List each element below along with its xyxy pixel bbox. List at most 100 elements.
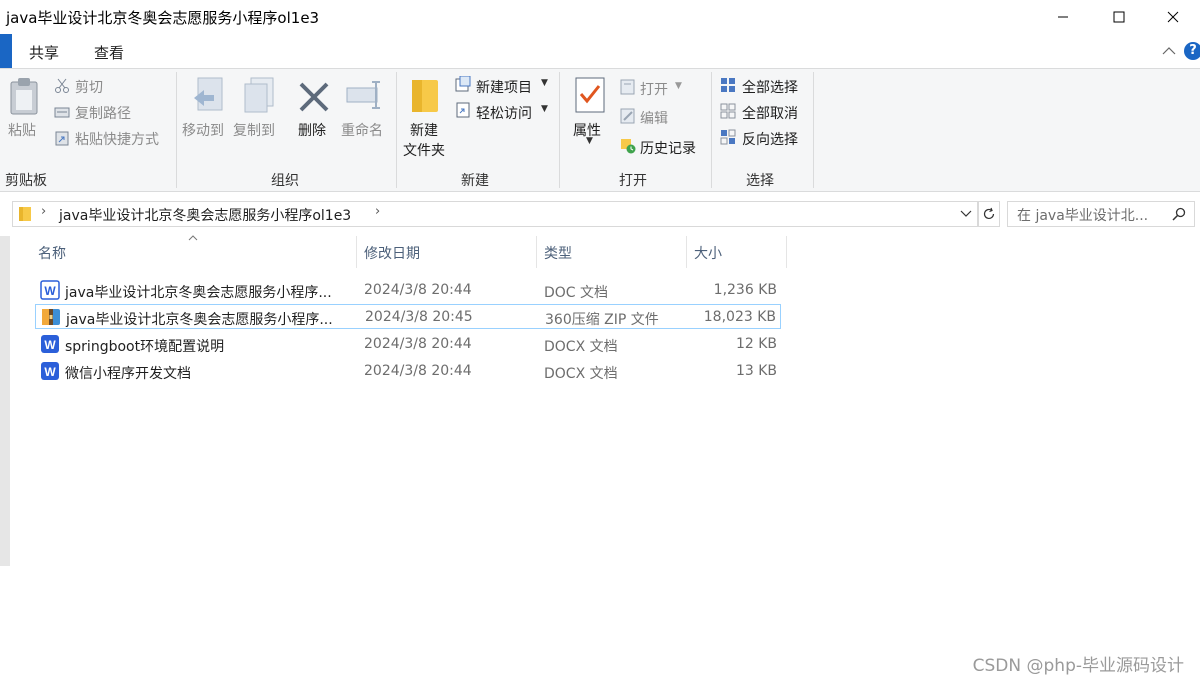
file-size: 18,023 KB (703, 309, 776, 325)
properties-dropdown-icon[interactable]: ▼ (586, 136, 593, 146)
file-name: springboot环境配置说明 (65, 339, 225, 355)
file-type: DOC 文档 (544, 285, 609, 301)
address-history-dropdown-icon[interactable] (960, 210, 972, 218)
search-placeholder: 在 java毕业设计北... (1017, 208, 1149, 224)
new-folder-button[interactable]: 新建 (410, 120, 438, 140)
column-divider[interactable] (786, 236, 787, 268)
select-group-label: 选择 (746, 173, 774, 189)
new-item-icon (455, 76, 471, 92)
group-divider (559, 72, 560, 188)
svg-text:W: W (44, 365, 56, 379)
move-to-icon (194, 77, 223, 111)
close-icon (1167, 11, 1179, 23)
word-docx-icon: W (41, 362, 59, 380)
edit-icon (620, 108, 635, 124)
minimize-icon (1058, 16, 1068, 18)
group-divider (711, 72, 712, 188)
invert-selection-icon (720, 129, 736, 145)
file-size: 13 KB (735, 363, 777, 379)
breadcrumb-chevron-icon[interactable]: › (375, 204, 380, 219)
search-box[interactable]: 在 java毕业设计北... (1007, 201, 1195, 227)
close-button[interactable] (1150, 0, 1196, 34)
history-button[interactable]: 历史记录 (640, 138, 696, 158)
copy-to-icon (244, 77, 274, 113)
column-header-name[interactable]: 名称 (38, 243, 66, 263)
group-divider (396, 72, 397, 188)
collapse-ribbon-icon[interactable] (1162, 46, 1176, 56)
copy-path-icon (54, 107, 70, 118)
help-icon[interactable]: ? (1184, 42, 1200, 60)
file-size: 12 KB (735, 336, 777, 352)
file-row[interactable]: W springboot环境配置说明 2024/3/8 20:44 DOCX 文… (35, 332, 781, 357)
maximize-icon (1113, 11, 1125, 23)
file-row-selected[interactable]: java毕业设计北京冬奥会志愿服务小程序... 2024/3/8 20:45 3… (35, 304, 781, 329)
delete-button[interactable]: 删除 (298, 120, 326, 140)
word-docx-icon: W (41, 335, 59, 353)
copy-to-button[interactable]: 复制到 (233, 120, 275, 140)
minimize-button[interactable] (1040, 0, 1086, 34)
tab-view[interactable]: 查看 (94, 42, 124, 63)
column-header-type[interactable]: 类型 (544, 243, 572, 263)
file-date: 2024/3/8 20:44 (364, 363, 472, 379)
file-size: 1,236 KB (713, 282, 777, 298)
column-divider[interactable] (356, 236, 357, 268)
edit-button[interactable]: 编辑 (640, 108, 668, 128)
file-row[interactable]: W java毕业设计北京冬奥会志愿服务小程序... 2024/3/8 20:44… (35, 278, 781, 303)
easy-access-button[interactable]: 轻松访问 (476, 103, 532, 123)
rename-icon (346, 81, 380, 109)
select-all-button[interactable]: 全部选择 (742, 77, 798, 97)
history-icon (621, 139, 636, 154)
open-button[interactable]: 打开 (640, 79, 668, 99)
file-type: DOCX 文档 (544, 339, 618, 355)
file-row[interactable]: W 微信小程序开发文档 2024/3/8 20:44 DOCX 文档 13 KB (35, 359, 781, 384)
select-all-icon (721, 78, 735, 92)
move-to-button[interactable]: 移动到 (182, 120, 224, 140)
search-icon[interactable] (1172, 207, 1186, 221)
open-group-label: 打开 (619, 173, 647, 189)
easy-access-dropdown-icon[interactable]: ▼ (541, 104, 548, 114)
cut-button[interactable]: 剪切 (75, 77, 103, 97)
select-none-icon (720, 103, 736, 119)
zip-archive-icon (42, 309, 60, 325)
window-title: java毕业设计北京冬奥会志愿服务小程序ol1e3 (6, 9, 320, 27)
column-header-size[interactable]: 大小 (694, 243, 722, 263)
new-item-button[interactable]: 新建项目 (476, 77, 532, 97)
navigation-pane-scrollbar[interactable] (0, 236, 10, 566)
file-tab-edge[interactable] (0, 34, 12, 68)
address-bar[interactable]: › java毕业设计北京冬奥会志愿服务小程序ol1e3 › (12, 201, 978, 227)
sort-ascending-icon (188, 235, 198, 241)
folder-icon (19, 207, 31, 221)
refresh-icon (983, 207, 995, 220)
breadcrumb-current-folder[interactable]: java毕业设计北京冬奥会志愿服务小程序ol1e3 (59, 205, 351, 225)
select-none-button[interactable]: 全部取消 (742, 103, 798, 123)
organize-group-label: 组织 (271, 173, 299, 189)
new-folder-label-line2: 文件夹 (403, 143, 445, 159)
copy-path-button[interactable]: 复制路径 (75, 103, 131, 123)
column-divider[interactable] (686, 236, 687, 268)
paste-icon (10, 78, 38, 115)
title-bar: java毕业设计北京冬奥会志愿服务小程序ol1e3 (0, 0, 1200, 34)
paste-shortcut-button[interactable]: 粘贴快捷方式 (75, 129, 159, 149)
tab-share[interactable]: 共享 (29, 42, 59, 63)
column-divider[interactable] (536, 236, 537, 268)
ribbon-tabs: 共享 查看 ? (0, 34, 1200, 68)
file-date: 2024/3/8 20:45 (365, 309, 473, 325)
watermark: CSDN @php-毕业源码设计 (972, 656, 1184, 676)
file-name: java毕业设计北京冬奥会志愿服务小程序... (65, 285, 332, 301)
refresh-button[interactable] (978, 201, 1000, 227)
maximize-button[interactable] (1096, 0, 1142, 34)
file-type: 360压缩 ZIP 文件 (545, 312, 659, 328)
paste-button[interactable]: 粘贴 (8, 120, 36, 140)
easy-access-icon (456, 102, 470, 118)
invert-selection-button[interactable]: 反向选择 (742, 129, 798, 149)
open-dropdown-icon[interactable]: ▼ (675, 81, 682, 91)
svg-text:W: W (44, 338, 56, 352)
word-doc-icon: W (40, 280, 60, 300)
column-header-date[interactable]: 修改日期 (364, 243, 420, 263)
new-item-dropdown-icon[interactable]: ▼ (541, 78, 548, 88)
delete-icon (299, 82, 329, 112)
rename-button[interactable]: 重命名 (341, 120, 383, 140)
open-icon (620, 79, 635, 95)
new-group-label: 新建 (461, 173, 489, 189)
breadcrumb-chevron-icon[interactable]: › (41, 204, 46, 219)
